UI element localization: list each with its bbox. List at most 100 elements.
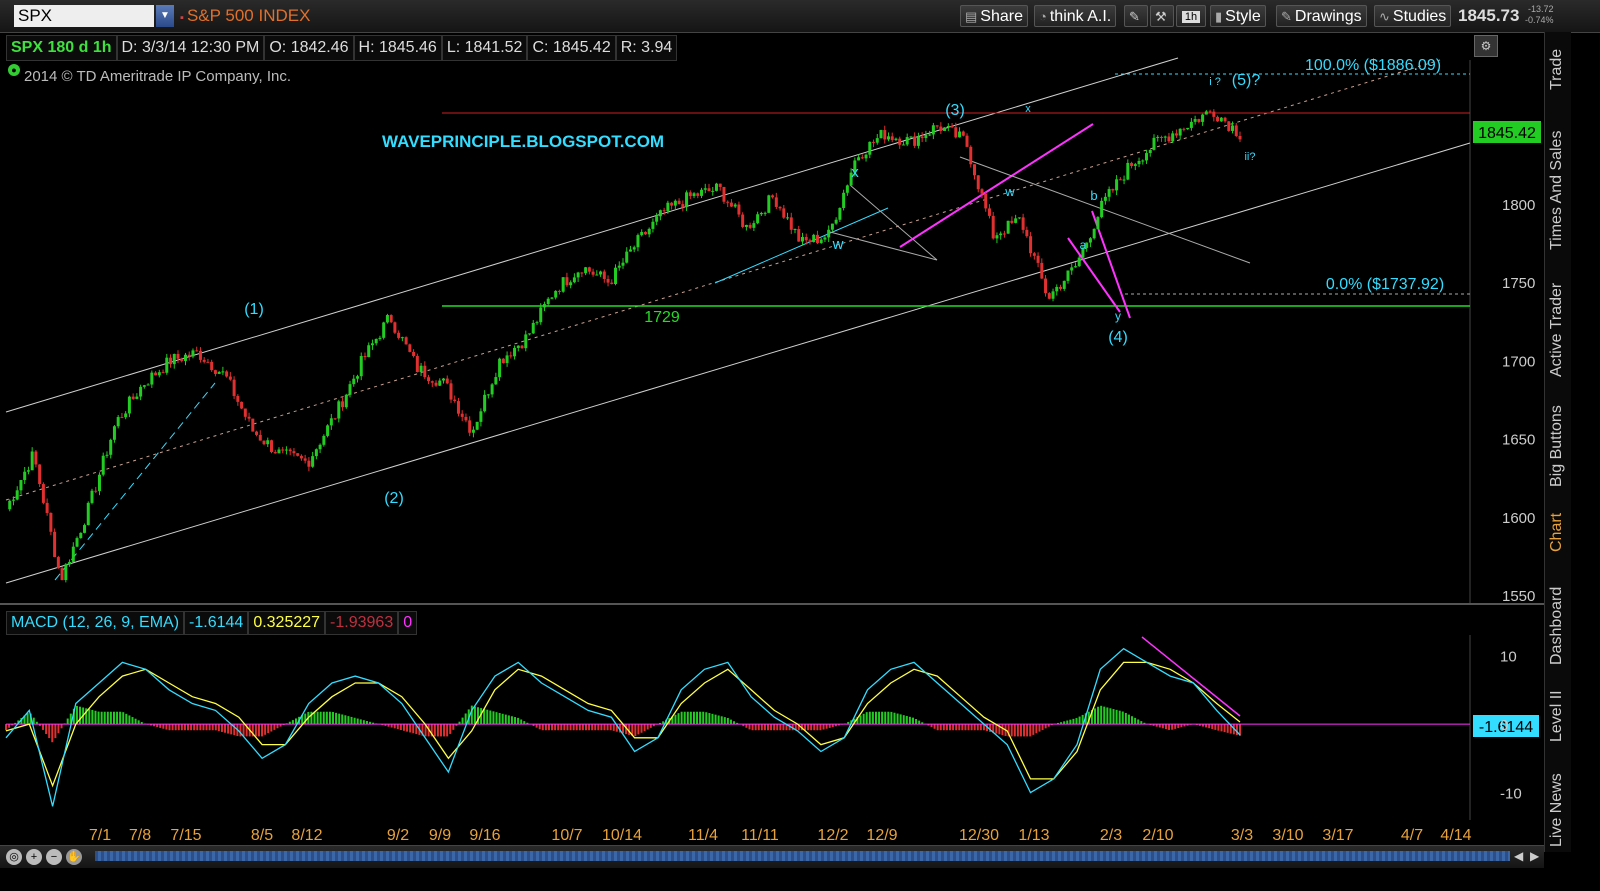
candle-body (157, 372, 161, 376)
zoom-out-icon[interactable]: − (46, 849, 62, 865)
candle-body (468, 420, 472, 433)
candle-body (94, 490, 98, 492)
hand-tool-icon[interactable]: ✋ (66, 849, 82, 865)
candle-body (625, 251, 629, 263)
candle-body (183, 354, 187, 361)
symbol-input[interactable]: SPX (14, 5, 154, 27)
date-axis-tick: 3/3 (1231, 827, 1253, 844)
date-axis-tick: 2/3 (1100, 827, 1122, 844)
candle-body (296, 453, 300, 456)
drawing-tool-button[interactable]: ✎ (1124, 5, 1148, 27)
candle-body (554, 290, 558, 298)
fib-bottom-label: 0.0% ($1737.92) (1326, 276, 1444, 293)
tab-dashboard[interactable]: Dashboard (1548, 587, 1566, 665)
candle-body (486, 394, 490, 396)
candle-body (599, 271, 603, 275)
zoom-in-icon[interactable]: + (26, 849, 42, 865)
think-ai-button[interactable]: ◔ think A.I. (1034, 5, 1117, 27)
date-axis-tick: 4/14 (1440, 827, 1471, 844)
date-axis-tick: 1/13 (1018, 827, 1049, 844)
style-button[interactable]: ▮ Style (1210, 5, 1266, 27)
candle-body (875, 138, 879, 143)
candle-body (1163, 136, 1167, 138)
symbol-dropdown-icon[interactable]: ▼ (156, 5, 174, 27)
candle-body (1051, 291, 1055, 299)
corrective-line (959, 156, 1251, 264)
candle-body (868, 141, 872, 155)
candle-body (838, 207, 842, 220)
sub-i-label: i ? (1209, 76, 1221, 88)
change-pct: -0.74% (1525, 15, 1554, 25)
candle-body (1171, 133, 1175, 142)
candle-body (210, 361, 214, 371)
candle-body (311, 456, 315, 467)
scroll-right-icon[interactable]: ▶ (1530, 849, 1539, 863)
candle-body (857, 157, 861, 161)
candle-body (973, 164, 977, 176)
candle-body (288, 449, 292, 452)
candle-body (1227, 121, 1231, 131)
tab-live-news[interactable]: Live News (1548, 773, 1566, 847)
candle-body (572, 277, 576, 283)
upper-channel-line (5, 57, 1179, 413)
horizontal-scrollbar[interactable] (95, 851, 1510, 861)
candle-body (172, 353, 176, 365)
chart-settings-icon[interactable]: ⚙ (1474, 35, 1498, 57)
wrench-button[interactable]: ⚒ (1150, 5, 1174, 27)
candle-body (15, 490, 19, 500)
tab-big-buttons[interactable]: Big Buttons (1548, 405, 1566, 487)
macd-title[interactable]: MACD (12, 26, 9, EMA) (6, 611, 185, 635)
price-axis-tick: 1550 (1502, 588, 1535, 605)
macd-axis-tick: -10 (1500, 786, 1522, 803)
candle-body (819, 239, 823, 243)
date-axis-tick: 8/12 (291, 827, 322, 844)
tab-times-and-sales[interactable]: Times And Sales (1548, 131, 1566, 250)
tab-level-ii[interactable]: Level II (1548, 690, 1566, 742)
candle-body (105, 454, 109, 456)
candle-body (935, 125, 939, 127)
scroll-left-icon[interactable]: ◀ (1514, 849, 1523, 863)
candle-body (1212, 111, 1216, 117)
interval-button[interactable]: 1h (1176, 5, 1206, 27)
candle-body (718, 183, 722, 187)
candle-body (991, 215, 995, 239)
symbol-name-text: S&P 500 INDEX (186, 6, 311, 25)
copyright-text: 2014 © TD Ameritrade IP Company, Inc. (24, 68, 292, 85)
candle-body (434, 382, 438, 386)
candle-body (576, 272, 580, 278)
candle-body (389, 315, 393, 323)
share-icon: ▤ (965, 9, 978, 24)
price-chart[interactable]: -1.6144 1550 1600 1650 1700 1750 1800 -10 0 10 7/… (0, 0, 1544, 845)
x-label: x (851, 164, 859, 181)
date-axis-tick: 9/16 (469, 827, 500, 844)
candle-body (449, 383, 453, 400)
candle-body (984, 193, 988, 209)
candle-body (1193, 119, 1197, 122)
candle-body (1238, 135, 1242, 140)
candle-body (774, 197, 778, 207)
candle-body (427, 377, 431, 382)
candle-body (1021, 217, 1025, 230)
sub-ii-label: ii? (1244, 151, 1255, 163)
candle-body (632, 247, 636, 250)
candle-body (385, 315, 389, 323)
tab-trade[interactable]: Trade (1548, 49, 1566, 90)
drawings-button[interactable]: ✎ Drawings (1276, 5, 1367, 27)
symbol-interval[interactable]: SPX 180 d 1h (6, 35, 117, 61)
date-axis-tick: 12/30 (959, 827, 999, 844)
tab-chart[interactable]: Chart (1548, 513, 1566, 552)
candle-body (135, 396, 139, 399)
tab-active-trader[interactable]: Active Trader (1548, 283, 1566, 377)
candle-body (670, 202, 674, 206)
candle-body (11, 499, 15, 501)
candle-body (1100, 200, 1104, 218)
studies-button[interactable]: ∿ Studies (1374, 5, 1452, 27)
watermark-text: WAVEPRINCIPLE.BLOGSPOT.COM (382, 132, 665, 151)
candle-body (1044, 278, 1048, 294)
candle-body (1234, 125, 1238, 136)
candle-body (79, 532, 83, 539)
share-button[interactable]: ▤ Share (960, 5, 1028, 27)
thinkai-label: think A.I. (1049, 8, 1112, 25)
zoom-reset-icon[interactable]: ◎ (6, 849, 22, 865)
wave-4-label: (4) (1108, 329, 1128, 346)
